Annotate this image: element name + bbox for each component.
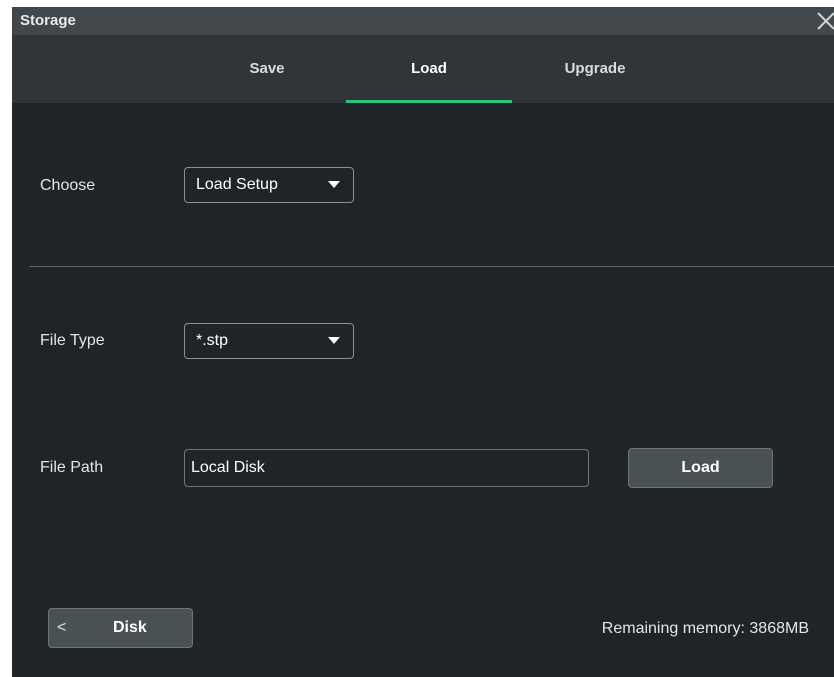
tab-upgrade[interactable]: Upgrade xyxy=(512,35,678,103)
file-path-field[interactable]: Local Disk xyxy=(184,449,589,487)
active-tab-indicator xyxy=(346,100,512,103)
chevron-left-icon: < xyxy=(57,619,67,636)
load-button-label: Load xyxy=(681,459,720,476)
tab-save[interactable]: Save xyxy=(184,35,350,103)
disk-button[interactable]: < Disk xyxy=(48,608,193,648)
tab-bar: Save Load Upgrade xyxy=(12,35,834,103)
choose-dropdown[interactable]: Load Setup xyxy=(184,167,354,203)
file-type-dropdown[interactable]: *.stp xyxy=(184,323,354,359)
close-icon[interactable] xyxy=(814,9,834,33)
section-divider xyxy=(29,266,834,267)
choose-value: Load Setup xyxy=(196,176,278,193)
file-type-label: File Type xyxy=(40,332,105,349)
tab-load[interactable]: Load xyxy=(346,35,512,103)
file-path-value: Local Disk xyxy=(191,459,265,476)
dialog-title: Storage xyxy=(20,12,76,29)
tab-upgrade-label: Upgrade xyxy=(564,60,626,77)
tab-load-label: Load xyxy=(411,60,447,77)
choose-label: Choose xyxy=(40,177,96,194)
tab-save-label: Save xyxy=(249,60,285,77)
title-bar: Storage xyxy=(12,7,834,35)
load-button[interactable]: Load xyxy=(628,448,773,488)
storage-dialog: Storage Save Load Upgrade Choose Load Se… xyxy=(12,7,834,677)
dropdown-arrow-icon xyxy=(328,337,340,344)
disk-button-label: Disk xyxy=(113,619,147,636)
dropdown-arrow-icon xyxy=(328,181,340,188)
remaining-memory-text: Remaining memory: 3868MB xyxy=(601,620,809,637)
file-type-value: *.stp xyxy=(196,332,229,349)
file-path-label: File Path xyxy=(40,459,104,476)
